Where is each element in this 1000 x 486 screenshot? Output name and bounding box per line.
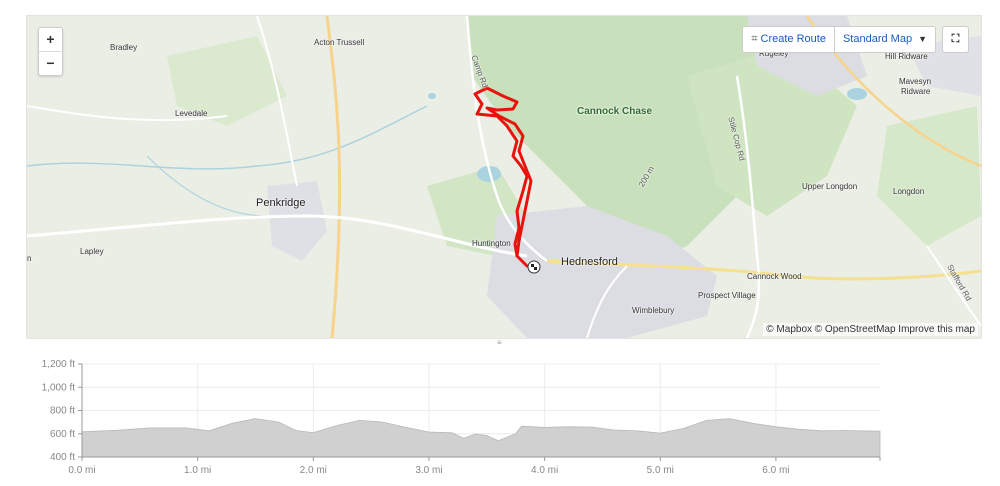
place-label: Cannock Wood [747,272,802,281]
place-label: Bradley [110,43,138,52]
y-tick-label: 600 ft [50,429,75,440]
map-style-dropdown[interactable]: Standard Map ▼ [833,27,935,52]
fullscreen-icon: ⛶ [951,33,960,45]
map-style-label: Standard Map [842,33,913,45]
y-tick-label: 1,200 ft [42,359,76,370]
resize-handle-icon[interactable]: ≡ [497,339,502,347]
map-attribution[interactable]: © Mapbox © OpenStreetMap Improve this ma… [763,323,978,336]
zoom-out-button[interactable]: − [39,51,62,75]
x-tick-label: 4.0 mi [531,465,558,476]
fullscreen-button[interactable]: ⛶ [942,26,969,53]
x-tick-label: 2.0 mi [300,465,327,476]
place-label: Longdon [893,187,925,196]
finish-flag-icon [527,260,541,274]
zoom-control: + − [38,27,63,76]
map-controls-group: ⌗ Create Route Standard Map ▼ [742,26,936,53]
place-label: Mavesyn [899,77,932,86]
place-label: n [27,254,32,263]
place-label: Prospect Village [698,291,756,300]
town-label: Hednesford [561,256,618,268]
pond [847,88,867,100]
create-route-label: Create Route [760,33,826,45]
x-tick-label: 5.0 mi [647,465,674,476]
elevation-area [81,418,881,458]
create-route-button[interactable]: ⌗ Create Route [743,27,834,52]
x-tick-label: 3.0 mi [415,465,442,476]
x-tick-label: 0.0 mi [68,465,95,476]
x-tick-label: 6.0 mi [762,465,789,476]
zoom-in-button[interactable]: + [39,28,62,51]
y-tick-label: 1,000 ft [42,382,76,393]
place-label: Hill Ridware [885,52,928,61]
map-view[interactable]: Bradley Acton Trussell Camp Rd Rugeley H… [26,15,982,339]
place-label: Upper Longdon [802,182,858,191]
y-tick-label: 400 ft [50,452,75,463]
pond-2 [428,93,436,99]
map-toolbar: ⌗ Create Route Standard Map ▼ ⛶ [742,26,969,53]
place-label: Wimblebury [632,306,675,315]
place-label: Lapley [80,247,104,256]
map-tiles [27,16,981,338]
y-tick-label: 800 ft [50,406,75,417]
route-icon: ⌗ [751,33,758,45]
elevation-chart[interactable]: 400 ft 600 ft 800 ft 1,000 ft 1,200 ft 0.0 mi… [26,352,980,482]
town-label: Penkridge [256,197,306,209]
x-tick-label: 1.0 mi [184,465,211,476]
caret-down-icon: ▼ [918,34,927,44]
area-label: Cannock Chase [577,106,653,117]
place-label: Ridware [901,87,931,96]
place-label: Acton Trussell [314,38,365,47]
place-label: Huntington [472,239,511,248]
place-label: Levedale [175,109,208,118]
